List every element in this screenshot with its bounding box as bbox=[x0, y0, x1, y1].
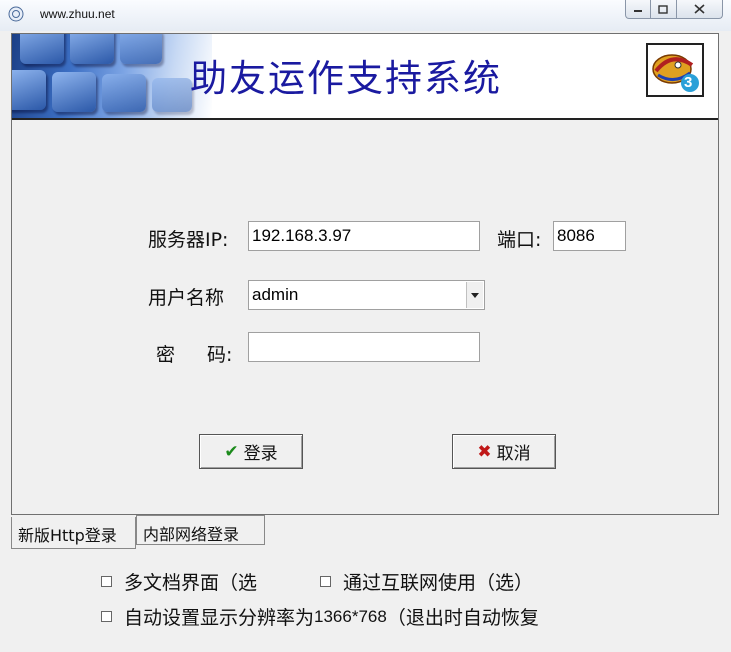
multi-document-checkbox[interactable] bbox=[101, 576, 112, 587]
dropdown-arrow-icon[interactable] bbox=[466, 282, 483, 308]
login-button-label: 登录 bbox=[243, 444, 278, 464]
auto-resolution-label: 自动设置显示分辨率为 bbox=[124, 607, 315, 629]
internet-label: 通过互联网使用（选） bbox=[343, 572, 534, 594]
restore-icon bbox=[658, 4, 668, 14]
username-select[interactable]: admin bbox=[248, 280, 485, 310]
logo-badge-icon: 3 bbox=[646, 43, 704, 97]
window-title: www.zhuu.net bbox=[40, 7, 115, 21]
login-window: www.zhuu.net 助友运作支持系统 3 服务器IP: 192.168.3… bbox=[0, 0, 731, 652]
internet-option[interactable]: 通过互联网使用（选） bbox=[320, 568, 533, 595]
banner: 助友运作支持系统 3 bbox=[12, 34, 718, 120]
maximize-button[interactable] bbox=[651, 0, 677, 19]
minimize-icon bbox=[634, 10, 642, 12]
multi-document-label: 多文档界面（选 bbox=[124, 572, 258, 594]
app-icon bbox=[8, 6, 24, 22]
cancel-button-label: 取消 bbox=[496, 444, 531, 464]
auto-resolution-checkbox[interactable] bbox=[101, 611, 112, 622]
login-panel: 助友运作支持系统 3 服务器IP: 192.168.3.97 端口: 8086 … bbox=[11, 33, 719, 515]
server-ip-field[interactable]: 192.168.3.97 bbox=[248, 221, 480, 251]
password-label-first: 密 bbox=[156, 344, 176, 366]
username-label: 用户名称 bbox=[148, 287, 225, 309]
close-icon bbox=[694, 4, 705, 14]
check-icon: ✔ bbox=[224, 441, 239, 462]
title-bar[interactable]: www.zhuu.net bbox=[0, 0, 731, 31]
port-label: 端口: bbox=[497, 229, 542, 251]
login-button[interactable]: ✔ 登录 bbox=[199, 434, 303, 469]
minimize-button[interactable] bbox=[625, 0, 651, 19]
login-mode-tabs: 新版Http登录 内部网络登录 bbox=[11, 514, 719, 549]
cross-icon: ✖ bbox=[477, 441, 492, 462]
tab-intranet-login[interactable]: 内部网络登录 bbox=[136, 515, 265, 545]
auto-resolution-value: 1366*768 bbox=[314, 606, 387, 626]
keyboard-banner-image bbox=[12, 34, 212, 118]
multi-document-option[interactable]: 多文档界面（选 bbox=[101, 568, 257, 595]
window-controls bbox=[625, 0, 723, 19]
auto-resolution-suffix: （退出时自动恢复 bbox=[386, 607, 539, 629]
password-field[interactable] bbox=[248, 332, 480, 362]
password-label-second: 码: bbox=[207, 344, 233, 366]
system-title: 助友运作支持系统 bbox=[190, 57, 502, 100]
auto-resolution-option[interactable]: 自动设置显示分辨率为 1366*768 （退出时自动恢复 bbox=[101, 603, 539, 630]
port-field[interactable]: 8086 bbox=[553, 221, 626, 251]
close-button[interactable] bbox=[677, 0, 723, 19]
internet-checkbox[interactable] bbox=[320, 576, 331, 587]
server-ip-label: 服务器IP: bbox=[148, 229, 229, 251]
logo-number: 3 bbox=[684, 74, 693, 91]
username-value: admin bbox=[252, 285, 299, 304]
tab-http-login[interactable]: 新版Http登录 bbox=[11, 517, 136, 549]
cancel-button[interactable]: ✖ 取消 bbox=[452, 434, 556, 469]
